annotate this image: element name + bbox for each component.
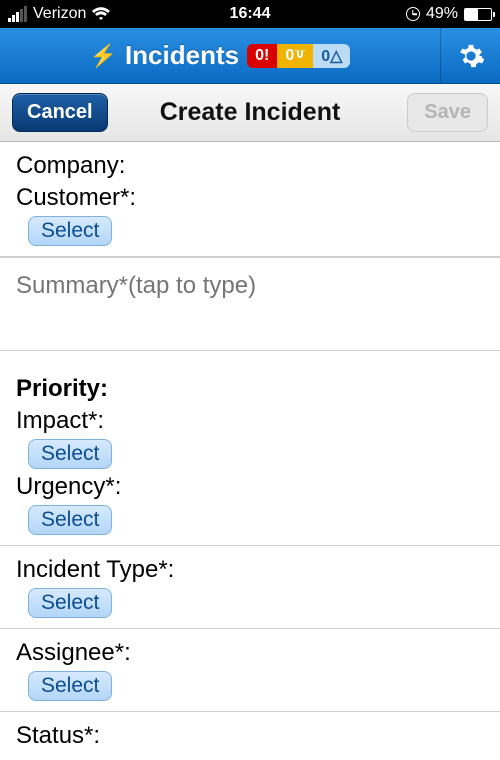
badge-warning: 0 xyxy=(277,44,313,68)
settings-button[interactable] xyxy=(440,28,500,83)
badge-info: 0△ xyxy=(313,44,350,68)
battery-icon xyxy=(464,8,492,21)
app-header: ⚡ Incidents 0! 0 0△ xyxy=(0,28,500,84)
page-title: Create Incident xyxy=(160,98,341,127)
assignee-select-button[interactable]: Select xyxy=(28,671,112,701)
incident-type-label: Incident Type*: xyxy=(16,552,484,584)
clock-icon xyxy=(406,7,420,21)
cancel-button[interactable]: Cancel xyxy=(12,93,108,132)
company-customer-section: Company: Customer*: Select xyxy=(0,142,500,257)
assignee-section: Assignee*: Select xyxy=(0,629,500,712)
create-incident-form: Company: Customer*: Select Priority: Imp… xyxy=(0,142,500,760)
summary-input[interactable] xyxy=(16,272,484,300)
incident-type-section: Incident Type*: Select xyxy=(0,546,500,629)
status-bar: Verizon 16:44 49% xyxy=(0,0,500,28)
urgency-select-button[interactable]: Select xyxy=(28,505,112,535)
summary-section xyxy=(0,257,500,351)
carrier-label: Verizon xyxy=(33,5,86,23)
save-button[interactable]: Save xyxy=(407,93,488,132)
company-label: Company: xyxy=(16,148,484,180)
customer-select-button[interactable]: Select xyxy=(28,216,112,246)
sub-header: Cancel Create Incident Save xyxy=(0,84,500,142)
gear-icon xyxy=(457,42,485,70)
status-section: Status*: xyxy=(0,712,500,760)
status-time: 16:44 xyxy=(230,5,271,23)
incident-type-select-button[interactable]: Select xyxy=(28,588,112,618)
status-label: Status*: xyxy=(16,718,484,750)
bolt-icon: ⚡ xyxy=(90,43,117,69)
signal-icon xyxy=(8,6,27,22)
priority-label: Priority: xyxy=(16,371,484,403)
impact-label: Impact*: xyxy=(16,403,484,435)
assignee-label: Assignee*: xyxy=(16,635,484,667)
battery-percent: 49% xyxy=(426,5,458,23)
count-badges[interactable]: 0! 0 0△ xyxy=(247,44,350,68)
urgency-label: Urgency*: xyxy=(16,469,484,501)
badge-critical: 0! xyxy=(247,44,277,68)
priority-section: Priority: Impact*: Select Urgency*: Sele… xyxy=(0,365,500,546)
customer-label: Customer*: xyxy=(16,180,484,212)
header-title: Incidents xyxy=(125,40,239,71)
impact-select-button[interactable]: Select xyxy=(28,439,112,469)
wifi-icon xyxy=(92,7,110,21)
